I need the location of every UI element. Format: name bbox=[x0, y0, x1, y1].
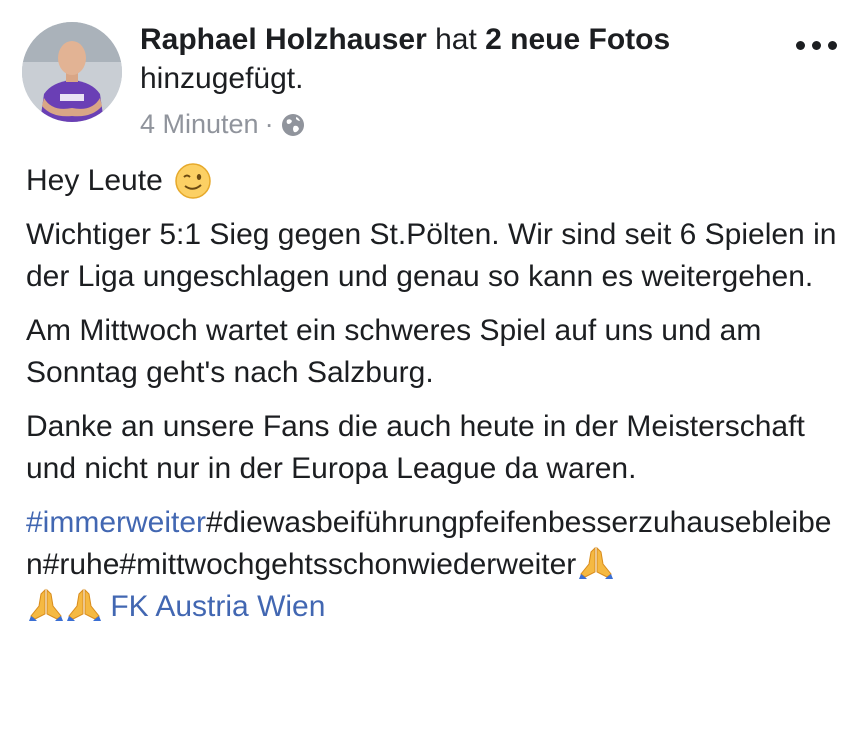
globe-icon[interactable] bbox=[280, 111, 306, 137]
greeting-text: Hey Leute bbox=[26, 164, 163, 197]
page-mention-fk-austria-wien[interactable]: FK Austria Wien bbox=[110, 590, 325, 623]
folded-hands-emoji bbox=[28, 586, 64, 622]
paragraph-3: Danke an unsere Fans die auch heute in d… bbox=[26, 410, 805, 485]
profile-photo bbox=[22, 22, 122, 122]
folded-hands-emoji bbox=[578, 544, 614, 580]
action-prefix: hat bbox=[435, 23, 477, 56]
folded-hands-emoji bbox=[66, 586, 102, 622]
more-options-dot bbox=[812, 41, 821, 50]
hashtag-immerweiter[interactable]: #immerweiter bbox=[26, 506, 206, 539]
post-text: Hey Leute Wichtiger 5:1 Sieg gegen St.Pö… bbox=[26, 160, 841, 640]
greeting-line: Hey Leute bbox=[26, 160, 841, 202]
avatar[interactable] bbox=[22, 22, 122, 122]
more-options-dot bbox=[828, 41, 837, 50]
action-suffix: hinzugefügt. bbox=[140, 62, 304, 95]
more-options-button[interactable] bbox=[792, 30, 842, 60]
paragraph-2: Am Mittwoch wartet ein schweres Spiel au… bbox=[26, 314, 762, 389]
post-meta: 4 Minuten · bbox=[140, 106, 306, 142]
paragraph-1: Wichtiger 5:1 Sieg gegen St.Pölten. Wir … bbox=[26, 218, 837, 293]
facebook-post: Raphael Holzhauser hat 2 neue Fotos hinz… bbox=[0, 0, 864, 750]
photos-count-link[interactable]: 2 neue Fotos bbox=[485, 23, 670, 56]
more-options-icon bbox=[796, 41, 805, 50]
timestamp[interactable]: 4 Minuten bbox=[140, 106, 259, 142]
post-headline: Raphael Holzhauser hat 2 neue Fotos hinz… bbox=[140, 20, 780, 98]
meta-separator: · bbox=[264, 109, 274, 139]
winking-face-emoji bbox=[173, 161, 213, 201]
author-name[interactable]: Raphael Holzhauser bbox=[140, 23, 427, 56]
hashtags-line: #immerweiter#diewasbeiführungpfeifenbess… bbox=[26, 502, 841, 628]
